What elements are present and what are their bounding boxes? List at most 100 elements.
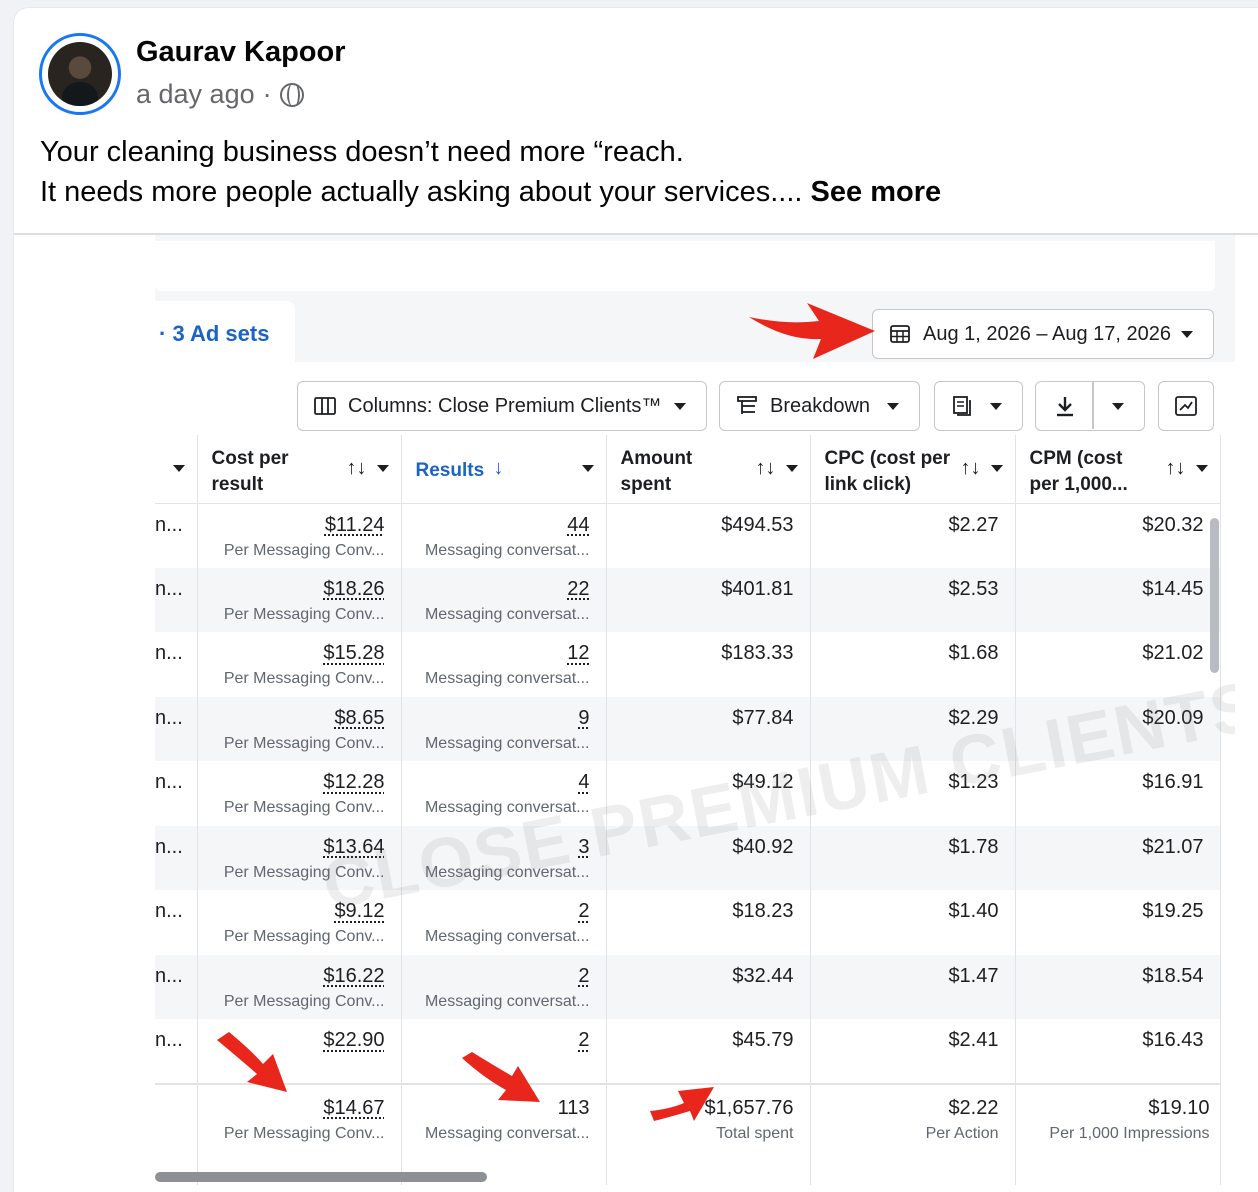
sort-desc-icon: ↓ — [493, 457, 504, 479]
total-cost-sub: Per Messaging Conv... — [223, 1124, 385, 1142]
table-row: n... $13.64 Per Messaging Conv... 3 Messagin… — [155, 825, 1221, 890]
amount-spent-value: $18.23 — [732, 900, 794, 922]
columns-button: Columns: Close Premium Clients™ — [297, 381, 707, 431]
row-name-truncated: n... — [155, 642, 183, 664]
results-value: 9 — [578, 706, 590, 729]
cell-cpc: $1.68 — [810, 632, 1016, 697]
ads-manager-screenshot[interactable]: · 3 Ad sets Aug 1, 2026 – Aug 17, 2026 C… — [155, 235, 1235, 1185]
amount-spent-value: $494.53 — [721, 513, 794, 536]
cost-per-result-value: $12.28 — [323, 771, 385, 793]
cost-per-result-value: $8.65 — [334, 706, 385, 729]
cell-cost-per-result: $15.28 Per Messaging Conv... — [197, 632, 402, 697]
cost-per-result-sub: Per Messaging Conv... — [223, 863, 385, 881]
total-amount-spent: $1,657.76 Total spent — [606, 1082, 811, 1185]
total-cost-per-result: $14.67 Per Messaging Conv... — [197, 1082, 402, 1185]
amount-spent-value: $45.79 — [732, 1029, 794, 1051]
col-header-cpm: CPM (cost per 1,000... ↑↓ — [1015, 435, 1221, 504]
row-name-truncated: n... — [155, 900, 183, 922]
cpm-value: $18.54 — [1142, 964, 1204, 987]
cell-cpc: $2.41 — [810, 1019, 1016, 1084]
avatar[interactable] — [48, 42, 112, 106]
results-value: 12 — [567, 642, 590, 664]
total-results-value: 113 — [557, 1096, 590, 1119]
cell-amount-spent: $45.79 — [606, 1019, 811, 1084]
results-value: 2 — [578, 900, 590, 922]
author-name[interactable]: Gaurav Kapoor — [136, 36, 346, 69]
cpc-value: $1.78 — [948, 835, 999, 858]
results-sub: Messaging conversat... — [424, 670, 590, 687]
chevron-down-icon — [581, 465, 594, 472]
cell-cpm: $20.32 — [1015, 503, 1221, 568]
cell-cpm: $14.45 — [1015, 567, 1221, 632]
chevron-down-icon — [1195, 465, 1208, 472]
cpm-value: $16.91 — [1142, 771, 1204, 793]
results-value: 22 — [567, 577, 590, 600]
cell-cpc: $1.40 — [810, 890, 1016, 955]
results-table: Cost per result ↑↓ Results ↓ Amount spent ↑… — [155, 435, 1221, 1185]
author-avatar-ring[interactable] — [39, 33, 121, 115]
cost-per-result-sub: Per Messaging Conv... — [223, 928, 385, 945]
total-results-sub: Messaging conversat... — [424, 1124, 590, 1142]
cost-per-result-sub: Per Messaging Conv... — [223, 799, 385, 816]
cell-results: 3 Messaging conversat... — [401, 825, 607, 890]
results-sub: Messaging conversat... — [424, 799, 590, 816]
cell-results: 22 Messaging conversat... — [401, 567, 607, 632]
cost-per-result-value: $11.24 — [324, 513, 385, 536]
screenshot-top-bar — [155, 241, 1215, 291]
cell-lead: n... — [155, 567, 198, 632]
row-name-truncated: n... — [155, 577, 183, 600]
results-value: 44 — [567, 513, 590, 536]
post-meta: a day ago · — [136, 79, 304, 110]
results-value: 4 — [578, 771, 590, 793]
sort-icon: ↑↓ — [960, 457, 981, 479]
cell-lead — [155, 1082, 198, 1185]
col-header-cost-per-result: Cost per result ↑↓ — [197, 435, 402, 504]
see-more-link[interactable]: See more — [811, 176, 942, 208]
vertical-scrollbar — [1210, 518, 1219, 673]
facebook-post: Gaurav Kapoor a day ago · Your cleaning … — [14, 8, 1258, 1192]
table-row: n... $15.28 Per Messaging Conv... 12 Messagi… — [155, 632, 1221, 697]
cost-per-result-sub: Per Messaging Conv... — [223, 734, 385, 752]
cost-per-result-value: $22.90 — [323, 1029, 385, 1051]
header-label: CPM (cost per 1,000... — [1029, 448, 1128, 495]
export-button — [1035, 381, 1145, 431]
cell-amount-spent: $40.92 — [606, 825, 811, 890]
chevron-down-icon — [674, 402, 686, 410]
cpc-value: $1.68 — [948, 642, 999, 664]
cell-cost-per-result: $11.24 Per Messaging Conv... — [197, 503, 402, 568]
cpm-value: $20.09 — [1142, 706, 1204, 729]
cpc-value: $1.47 — [948, 964, 999, 987]
cell-results: 4 Messaging conversat... — [401, 761, 607, 826]
col-header-amount-spent: Amount spent ↑↓ — [606, 435, 811, 504]
cell-cost-per-result: $13.64 Per Messaging Conv... — [197, 825, 402, 890]
row-name-truncated: n... — [155, 513, 183, 536]
columns-icon — [314, 397, 336, 415]
totals-row: $14.67 Per Messaging Conv... 113 Messaging … — [155, 1082, 1221, 1185]
results-sub: Messaging conversat... — [424, 863, 590, 881]
cell-lead: n... — [155, 761, 198, 826]
table-row: n... $8.65 Per Messaging Conv... 9 Messaging… — [155, 696, 1221, 761]
row-name-truncated: n... — [155, 964, 183, 987]
red-arrow-date-icon — [749, 303, 875, 359]
date-range-picker: Aug 1, 2026 – Aug 17, 2026 — [872, 309, 1214, 359]
total-cost-value: $14.67 — [323, 1096, 385, 1119]
cpc-value: $2.29 — [948, 706, 999, 729]
cell-cost-per-result: $16.22 Per Messaging Conv... — [197, 954, 402, 1019]
reports-icon — [953, 396, 971, 416]
header-label: Amount spent — [620, 448, 693, 495]
date-range-label: Aug 1, 2026 – Aug 17, 2026 — [923, 322, 1171, 345]
results-sub: Messaging conversat... — [424, 541, 590, 559]
cell-results: 2 Messaging conversat... — [401, 954, 607, 1019]
table-row: n... $18.26 Per Messaging Conv... 22 Messagi… — [155, 567, 1221, 632]
total-cpm: $19.10 Per 1,000 Impressions — [1015, 1082, 1221, 1185]
cell-results: 2 — [401, 1019, 607, 1084]
cell-results: 2 Messaging conversat... — [401, 890, 607, 955]
breakdown-label: Breakdown — [770, 394, 871, 417]
amount-spent-value: $77.84 — [732, 706, 794, 729]
post-time[interactable]: a day ago — [136, 79, 255, 110]
amount-spent-value: $183.33 — [721, 642, 794, 664]
chevron-down-icon — [887, 402, 899, 410]
row-name-truncated: n... — [155, 835, 183, 858]
post-line-2: It needs more people actually asking abo… — [40, 172, 941, 212]
cell-amount-spent: $32.44 — [606, 954, 811, 1019]
